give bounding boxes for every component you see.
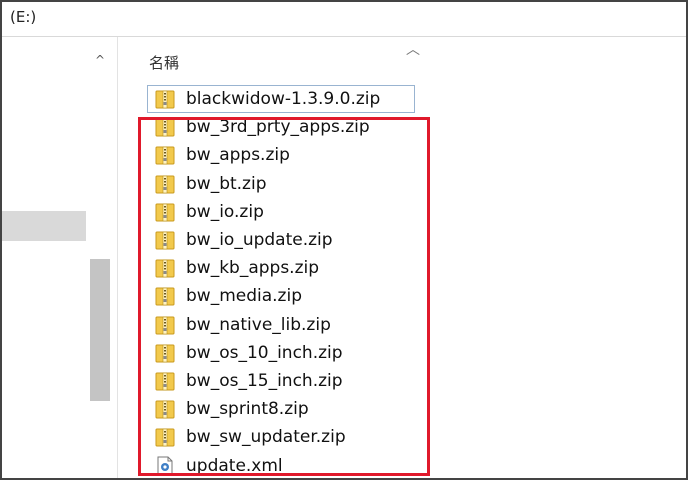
zip-folder-icon — [154, 426, 176, 448]
zip-folder-icon — [154, 229, 176, 251]
file-name: bw_native_lib.zip — [186, 314, 331, 335]
zip-folder-icon — [154, 398, 176, 420]
address-path: (E:) — [10, 8, 37, 26]
column-header-name[interactable]: ︿ 名稱 — [118, 37, 686, 81]
zip-folder-icon — [154, 201, 176, 223]
zip-folder-icon — [154, 116, 176, 138]
file-list-pane: ︿ 名稱 blackwidow-1.3.9.0.zip bw_3rd_prty_a… — [118, 37, 686, 478]
file-name: bw_io.zip — [186, 201, 264, 222]
file-name: bw_sw_updater.zip — [186, 427, 346, 448]
file-name: blackwidow-1.3.9.0.zip — [186, 89, 381, 109]
xml-file-icon — [154, 455, 176, 477]
scroll-thumb[interactable] — [90, 259, 110, 401]
file-row[interactable]: bw_bt.zip — [148, 171, 398, 197]
file-row[interactable]: bw_os_10_inch.zip — [148, 340, 398, 366]
nav-scrollbar[interactable]: ^ — [86, 37, 114, 478]
file-name: bw_sprint8.zip — [186, 399, 309, 420]
file-name: bw_media.zip — [186, 286, 302, 307]
zip-folder-icon — [154, 144, 176, 166]
file-row[interactable]: bw_io_update.zip — [148, 227, 398, 253]
file-row[interactable]: update.xml — [148, 453, 398, 478]
address-bar[interactable]: (E:) — [2, 2, 686, 37]
zip-folder-icon — [154, 173, 176, 195]
file-row[interactable]: bw_media.zip — [148, 283, 398, 309]
file-name: bw_kb_apps.zip — [186, 258, 320, 279]
name-column-label: 名稱 — [149, 54, 180, 72]
zip-folder-icon — [154, 285, 176, 307]
zip-folder-icon — [154, 88, 176, 110]
file-name: bw_io_update.zip — [186, 230, 333, 250]
file-row[interactable]: bw_3rd_prty_apps.zip — [148, 114, 398, 140]
file-name: bw_bt.zip — [186, 173, 267, 194]
zip-folder-icon — [154, 314, 176, 336]
zip-folder-icon — [154, 342, 176, 364]
file-name: bw_os_10_inch.zip — [186, 342, 343, 363]
file-row[interactable]: bw_kb_apps.zip — [148, 255, 398, 281]
nav-selected-item[interactable] — [2, 211, 86, 241]
scroll-up-icon[interactable]: ^ — [91, 52, 109, 68]
file-name: bw_os_15_inch.zip — [186, 371, 343, 391]
sort-ascending-icon: ︿ — [406, 42, 420, 58]
file-row[interactable]: bw_sprint8.zip — [148, 396, 398, 422]
file-row[interactable]: blackwidow-1.3.9.0.zip — [147, 85, 415, 113]
file-row[interactable]: bw_native_lib.zip — [148, 312, 398, 338]
file-name: bw_apps.zip — [186, 145, 290, 166]
file-name: update.xml — [186, 455, 283, 476]
explorer-window: (E:) ^ ︿ 名稱 blackwidow-1.3.9.0.zip bw_3rd… — [0, 0, 688, 480]
zip-folder-icon — [154, 257, 176, 279]
file-row[interactable]: bw_apps.zip — [148, 142, 398, 168]
navigation-pane — [2, 37, 86, 478]
file-row[interactable]: bw_sw_updater.zip — [148, 424, 398, 450]
zip-folder-icon — [154, 370, 176, 392]
file-row[interactable]: bw_os_15_inch.zip — [148, 368, 398, 394]
file-row[interactable]: bw_io.zip — [148, 199, 398, 225]
file-name: bw_3rd_prty_apps.zip — [186, 117, 370, 138]
